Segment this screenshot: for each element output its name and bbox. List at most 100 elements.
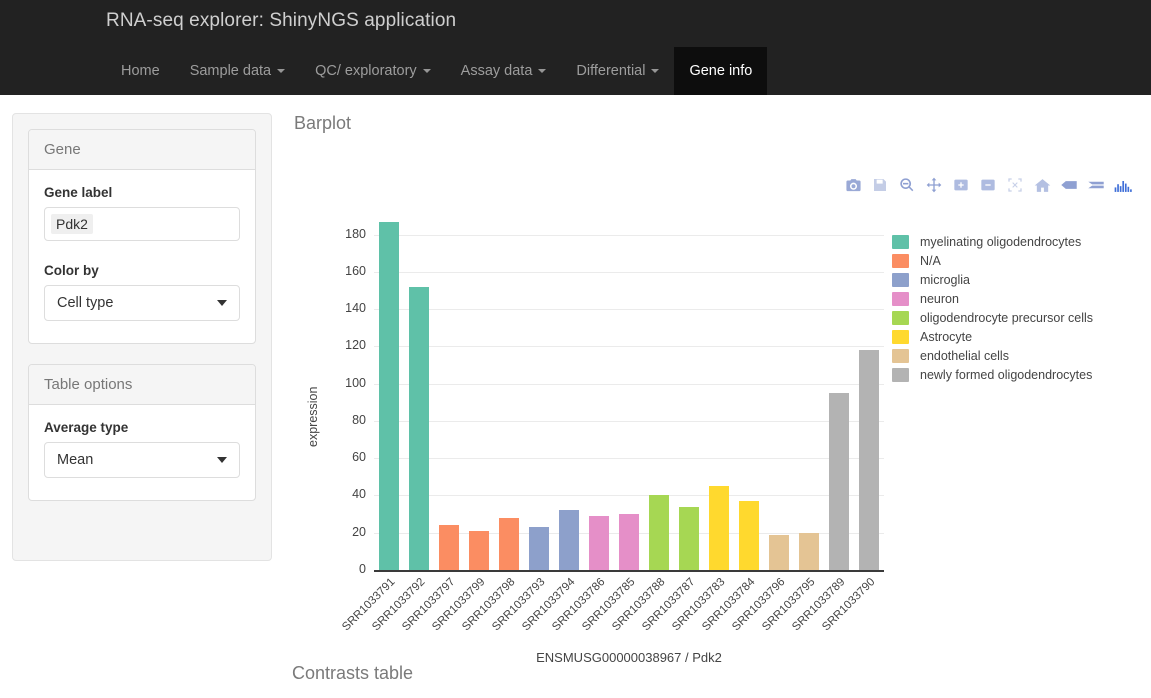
bar[interactable] (468, 530, 490, 570)
legend-label: N/A (920, 253, 941, 268)
bar-slot (794, 192, 824, 570)
bar[interactable] (738, 501, 760, 570)
bar[interactable] (708, 486, 730, 570)
bar[interactable] (828, 393, 850, 570)
legend-swatch (892, 234, 909, 249)
legend-label: Astrocyte (920, 329, 973, 344)
select-color-by[interactable]: Cell type (44, 285, 240, 321)
bar-slot (764, 192, 794, 570)
bar[interactable] (558, 510, 580, 570)
legend-item[interactable]: Astrocyte (892, 327, 1151, 346)
bar-slot (824, 192, 854, 570)
bar-slot (524, 192, 554, 570)
x-tick-slot: SRR1033785 (580, 574, 644, 633)
legend-item[interactable]: oligodendrocyte precursor cells (892, 308, 1151, 327)
bar-slot (434, 192, 464, 570)
sidebar-panel: Gene Gene label Pdk2 Color by Cell type Table… (12, 113, 272, 561)
x-tick-slot: SRR1033789 (790, 574, 854, 633)
page-title: Barplot (294, 113, 352, 133)
gene-label-input[interactable]: Pdk2 (44, 207, 240, 241)
field-label-gene-label: Gene label (44, 185, 113, 200)
legend-item[interactable]: myelinating oligodendrocytes (892, 232, 1151, 251)
bar[interactable] (768, 534, 790, 570)
nav-item-label: Assay data (460, 63, 533, 79)
bar-slot (614, 192, 644, 570)
x-tick-slot: SRR1033795 (760, 574, 824, 633)
bar-slot (734, 192, 764, 570)
bar[interactable] (858, 350, 880, 570)
panel-table-options: Table options Average type Mean (28, 364, 256, 501)
nav-item-gene-info[interactable]: Gene info (674, 47, 768, 95)
legend-label: oligodendrocyte precursor cells (920, 310, 1094, 325)
x-tick-slot: SRR1033783 (670, 574, 734, 633)
bars-group (374, 192, 884, 570)
y-tick-label: 140 (345, 301, 366, 316)
bar[interactable] (648, 495, 670, 570)
bar-slot (644, 192, 674, 570)
bar[interactable] (588, 515, 610, 570)
y-tick-label: 100 (345, 375, 366, 390)
nav-item-home[interactable]: Home (106, 47, 175, 95)
legend-item[interactable]: neuron (892, 289, 1151, 308)
bar-slot (464, 192, 494, 570)
nav-item-label: Gene info (689, 63, 753, 79)
legend-swatch (892, 348, 909, 363)
y-tick-label: 60 (352, 450, 366, 465)
field-label-color-by: Color by (44, 263, 99, 278)
legend-item[interactable]: endothelial cells (892, 346, 1151, 365)
bar-slot (704, 192, 734, 570)
legend-item[interactable]: newly formed oligodendrocytes (892, 365, 1151, 384)
x-tick-slot: SRR1033788 (610, 574, 674, 633)
x-tick-slot: SRR1033797 (400, 574, 464, 633)
bar[interactable] (408, 286, 430, 570)
x-tick-slot: SRR1033784 (700, 574, 764, 633)
nav-item-differential[interactable]: Differential (561, 47, 674, 95)
chevron-down-icon (217, 457, 227, 463)
main-content: Barplot expression 0 20 40 60 80 100 120 140 160… (292, 113, 1147, 665)
bar[interactable] (618, 514, 640, 570)
x-tick-slot: SRR1033790 (820, 574, 884, 633)
bar-slot (854, 192, 884, 570)
gene-label-token[interactable]: Pdk2 (51, 214, 93, 234)
barplot-container: expression 0 20 40 60 80 100 120 140 160 180 SRR1… (292, 140, 1142, 665)
bar[interactable] (678, 506, 700, 570)
bar-slot (584, 192, 614, 570)
select-value: Cell type (57, 295, 114, 311)
bar[interactable] (528, 527, 550, 570)
field-label-average-type: Average type (44, 420, 129, 435)
bar[interactable] (438, 525, 460, 570)
panel-heading: Table options (29, 365, 255, 405)
bar[interactable] (378, 221, 400, 570)
x-tick-slot: SRR1033787 (640, 574, 704, 633)
legend-item[interactable]: microglia (892, 270, 1151, 289)
page-body: Gene Gene label Pdk2 Color by Cell type Table… (0, 95, 1151, 698)
x-tick-slot: SRR1033794 (520, 574, 584, 633)
contrasts-table-title: Contrasts table (292, 663, 414, 683)
bar-slot (494, 192, 524, 570)
nav-item-assay-data[interactable]: Assay data (446, 47, 562, 95)
legend-label: microglia (920, 272, 971, 287)
legend-swatch (892, 253, 909, 268)
nav-item-sample-data[interactable]: Sample data (175, 47, 300, 95)
select-average-type[interactable]: Mean (44, 442, 240, 478)
legend-label: endothelial cells (920, 348, 1009, 363)
y-tick-label: 40 (352, 487, 366, 502)
select-value: Mean (57, 452, 94, 468)
chevron-down-icon (217, 300, 227, 306)
panel-heading: Gene (29, 130, 255, 170)
top-navbar: RNA-seq explorer: ShinyNGS application H… (0, 0, 1151, 95)
chevron-down-icon (422, 69, 431, 73)
bar[interactable] (798, 532, 820, 570)
bar-slot (404, 192, 434, 570)
nav-item-qc-exploratory[interactable]: QC/ exploratory (300, 47, 446, 95)
legend-swatch (892, 367, 909, 382)
legend-swatch (892, 310, 909, 325)
y-axis-ticks: 0 20 40 60 80 100 120 140 160 180 (314, 192, 366, 640)
y-tick-label: 120 (345, 338, 366, 353)
y-tick-label: 160 (345, 263, 366, 278)
plot-canvas: expression 0 20 40 60 80 100 120 140 160 180 SRR1… (292, 192, 1142, 665)
bar[interactable] (498, 517, 520, 570)
legend-item[interactable]: N/A (892, 251, 1151, 270)
nav-item-label: Home (121, 63, 160, 79)
panel-body: Gene label Pdk2 Color by Cell type (29, 170, 255, 343)
